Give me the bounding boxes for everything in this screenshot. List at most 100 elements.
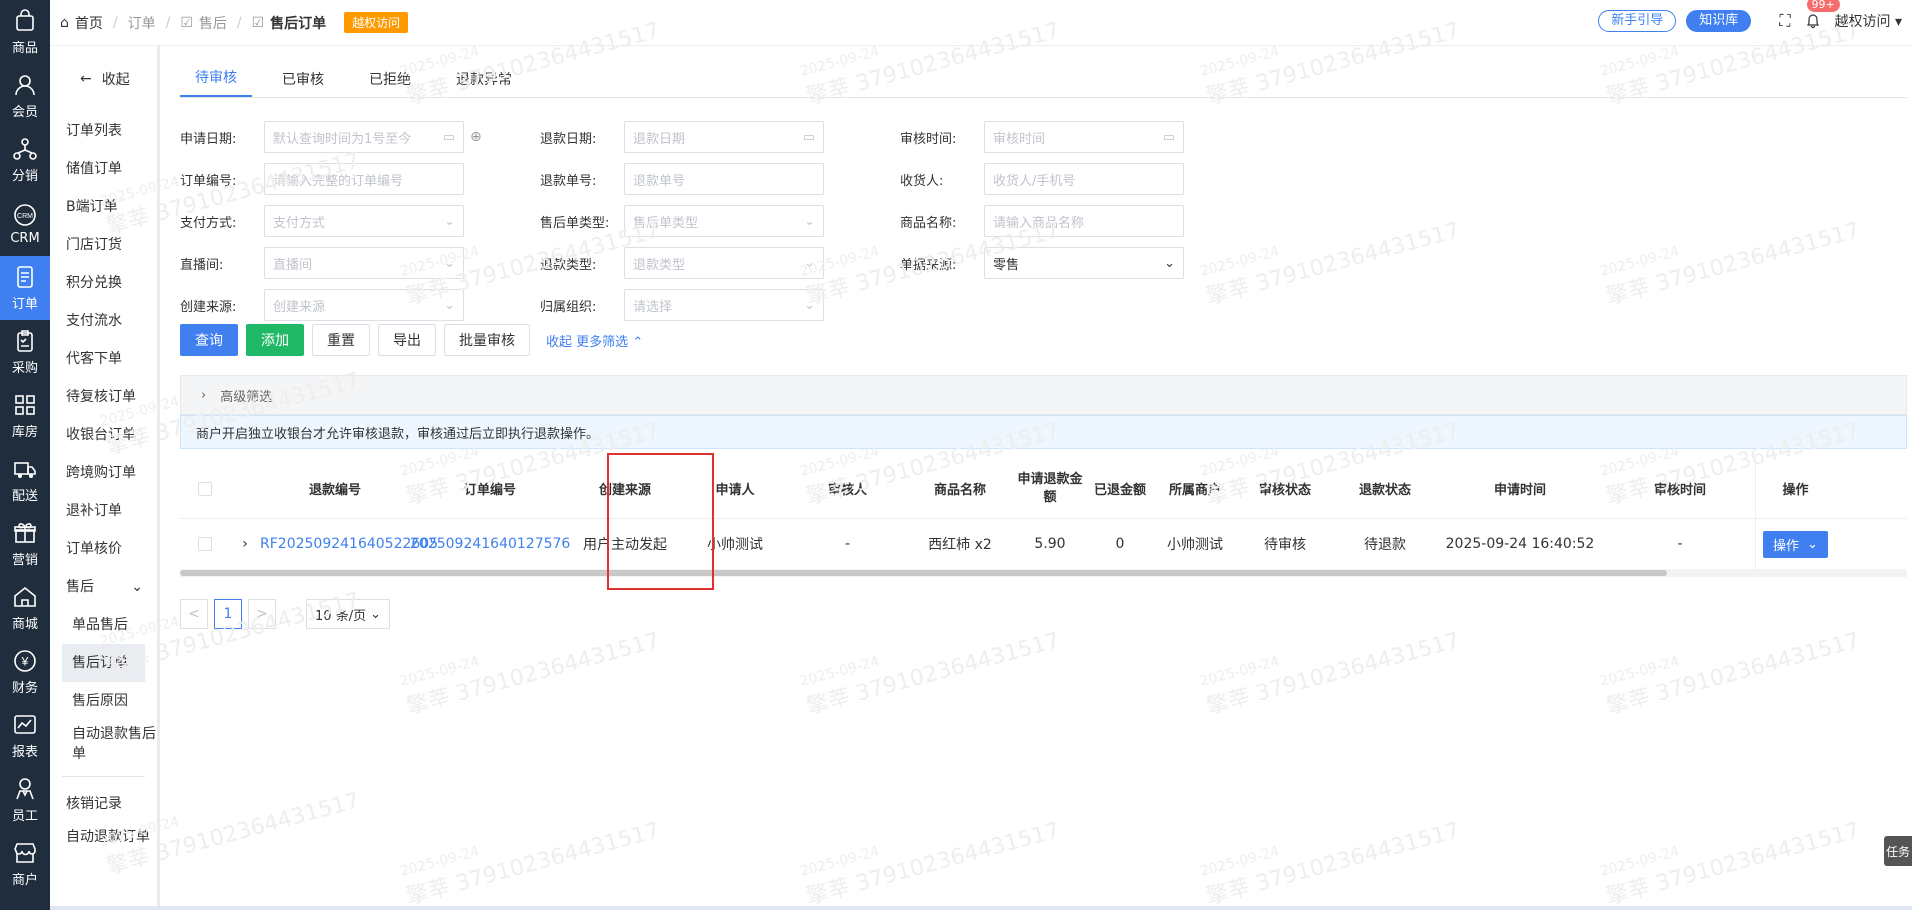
- yen-icon: ¥: [14, 650, 36, 672]
- sidebar-item-single-aftersale[interactable]: 单品售后: [50, 606, 157, 644]
- nav-item-7[interactable]: 配送: [0, 448, 50, 512]
- sidebar-item-10[interactable]: 退补订单: [50, 492, 157, 530]
- reset-button[interactable]: 重置: [312, 324, 370, 356]
- org-select[interactable]: 请选择 ⌄: [624, 289, 824, 321]
- sidebar-item-auto-refund-aftersale[interactable]: 自动退款售后单: [50, 720, 157, 768]
- aftersale-type-select[interactable]: 售后单类型 ⌄: [624, 205, 824, 237]
- audit-time-input[interactable]: 审核时间 ▭: [984, 121, 1184, 153]
- page-1-button[interactable]: 1: [214, 599, 242, 629]
- nav-item-label: CRM: [10, 231, 40, 246]
- collapse-filter-link[interactable]: 收起 更多筛选 ⌃: [546, 331, 643, 350]
- refund-no-link[interactable]: RF202509241640522605: [260, 536, 438, 552]
- row-checkbox[interactable]: [180, 537, 230, 551]
- pay-method-select[interactable]: 支付方式 ⌄: [264, 205, 464, 237]
- home-icon[interactable]: ⌂: [60, 15, 69, 31]
- sidebar-item-auto-refund-order[interactable]: 自动退款订单: [50, 823, 157, 851]
- goods-name-input[interactable]: 请输入商品名称: [984, 205, 1184, 237]
- breadcrumb-separator: /: [112, 14, 118, 31]
- export-button[interactable]: 导出: [378, 324, 436, 356]
- nav-item-11[interactable]: 报表: [0, 704, 50, 768]
- breadcrumb-aftersale[interactable]: 售后: [199, 13, 227, 33]
- watermark-date: 2025-09-24: [798, 843, 881, 881]
- order-no-input[interactable]: 请输入完整的订单编号: [264, 163, 464, 195]
- live-room-select[interactable]: 直播间 ⌄: [264, 247, 464, 279]
- sidebar-item-0[interactable]: 订单列表: [50, 112, 157, 150]
- expand-row-icon[interactable]: ›: [230, 536, 260, 552]
- nav-item-label: 采购: [11, 361, 38, 376]
- nav-item-3[interactable]: CRM CRM: [0, 192, 50, 256]
- query-button[interactable]: 查询: [180, 324, 238, 356]
- sidebar-item-6[interactable]: 代客下单: [50, 340, 157, 378]
- sidebar-item-9[interactable]: 跨境购订单: [50, 454, 157, 492]
- page-size-select[interactable]: 10 条/页 ⌄: [306, 599, 390, 629]
- sidebar-item-4[interactable]: 积分兑换: [50, 264, 157, 302]
- breadcrumb-order[interactable]: 订单: [128, 13, 156, 33]
- nav-item-0[interactable]: 商品: [0, 0, 50, 64]
- nav-item-13[interactable]: 商户: [0, 832, 50, 896]
- order-no-link[interactable]: 202509241640127576: [410, 536, 570, 552]
- nav-item-6[interactable]: 库房: [0, 384, 50, 448]
- apply-date-input[interactable]: 默认查询时间为1号至今 ▭: [264, 121, 464, 153]
- doc-source-select[interactable]: 零售 ⌄: [984, 247, 1184, 279]
- cell-audit-time: -: [1677, 536, 1683, 552]
- sidebar-group-aftersale[interactable]: 售后 ⌄: [50, 568, 157, 606]
- col-goods: 商品名称: [933, 483, 986, 498]
- tab-rejected[interactable]: 已拒绝: [354, 69, 426, 97]
- pay-method-label: 支付方式:: [180, 215, 237, 231]
- nav-item-1[interactable]: 会员: [0, 64, 50, 128]
- tab-approved[interactable]: 已审核: [267, 69, 339, 97]
- refund-no-input[interactable]: 退款单号: [624, 163, 824, 195]
- nav-item-5[interactable]: 采购: [0, 320, 50, 384]
- refund-date-input[interactable]: 退款日期 ▭: [624, 121, 824, 153]
- user-menu[interactable]: 越权访问 ▾: [1835, 11, 1902, 31]
- advanced-filter-bar[interactable]: › 高级筛选: [180, 375, 1907, 415]
- checkbox[interactable]: [198, 481, 212, 496]
- nav-item-9[interactable]: 商城: [0, 576, 50, 640]
- bell-icon[interactable]: 99+: [1801, 0, 1840, 33]
- nav-item-12[interactable]: 员工: [0, 768, 50, 832]
- select-all-checkbox[interactable]: [180, 481, 230, 496]
- collapse-menu-button[interactable]: ← 收起: [50, 46, 157, 112]
- nav-item-10[interactable]: ¥ 财务: [0, 640, 50, 704]
- tab-refund-error[interactable]: 退款异常: [441, 69, 527, 97]
- sidebar-item-2[interactable]: B端订单: [50, 188, 157, 226]
- next-page-button[interactable]: >: [248, 599, 276, 629]
- checkbox[interactable]: [198, 537, 212, 551]
- batch-audit-button[interactable]: 批量审核: [444, 324, 530, 356]
- fullscreen-icon[interactable]: ⛶: [1779, 11, 1790, 31]
- user-icon: [15, 75, 35, 96]
- chevron-down-icon: ⌄: [444, 255, 455, 271]
- receiver-input[interactable]: 收货人/手机号: [984, 163, 1184, 195]
- operation-dropdown-button[interactable]: 操作 ⌄: [1763, 530, 1828, 558]
- sidebar-item-5[interactable]: 支付流水: [50, 302, 157, 340]
- nav-item-2[interactable]: 分销: [0, 128, 50, 192]
- prev-page-button[interactable]: <: [180, 599, 208, 629]
- scrollbar-thumb[interactable]: [180, 570, 1667, 576]
- notice-banner: 商户开启独立收银台才允许审核退款，审核通过后立即执行退款操作。: [180, 415, 1907, 449]
- knowledge-base-button[interactable]: 知识库: [1686, 10, 1752, 32]
- nav-item-4[interactable]: 订单: [0, 256, 50, 320]
- sidebar-item-3[interactable]: 门店订货: [50, 226, 157, 264]
- tab-pending[interactable]: 待审核: [180, 67, 252, 97]
- nav-item-8[interactable]: 营销: [0, 512, 50, 576]
- watermark-date: 2025-09-24: [1198, 843, 1281, 881]
- arrow-left-icon: ←: [80, 71, 92, 87]
- chevron-down-icon: ⌄: [1164, 255, 1175, 271]
- sidebar-item-7[interactable]: 待复核订单: [50, 378, 157, 416]
- add-button[interactable]: 添加: [246, 324, 304, 356]
- col-order-no: 订单编号: [463, 483, 516, 498]
- chevron-right-icon: ›: [201, 387, 207, 403]
- sidebar-item-11[interactable]: 订单核价: [50, 530, 157, 568]
- sidebar-item-writeoff[interactable]: 核销记录: [50, 785, 157, 823]
- horizontal-scrollbar[interactable]: [180, 569, 1907, 577]
- plus-circle-icon[interactable]: ⊕: [470, 129, 482, 145]
- sidebar-item-8[interactable]: 收银台订单: [50, 416, 157, 454]
- guide-button[interactable]: 新手引导: [1598, 10, 1677, 32]
- sidebar-item-1[interactable]: 储值订单: [50, 150, 157, 188]
- create-source-select[interactable]: 创建来源 ⌄: [264, 289, 464, 321]
- breadcrumb-home[interactable]: 首页: [75, 13, 103, 33]
- sidebar-item-aftersale-reason[interactable]: 售后原因: [50, 682, 157, 720]
- refund-type-select[interactable]: 退款类型 ⌄: [624, 247, 824, 279]
- sidebar-item-aftersale-order[interactable]: 售后订单: [62, 644, 145, 682]
- task-button[interactable]: 任务: [1884, 836, 1912, 866]
